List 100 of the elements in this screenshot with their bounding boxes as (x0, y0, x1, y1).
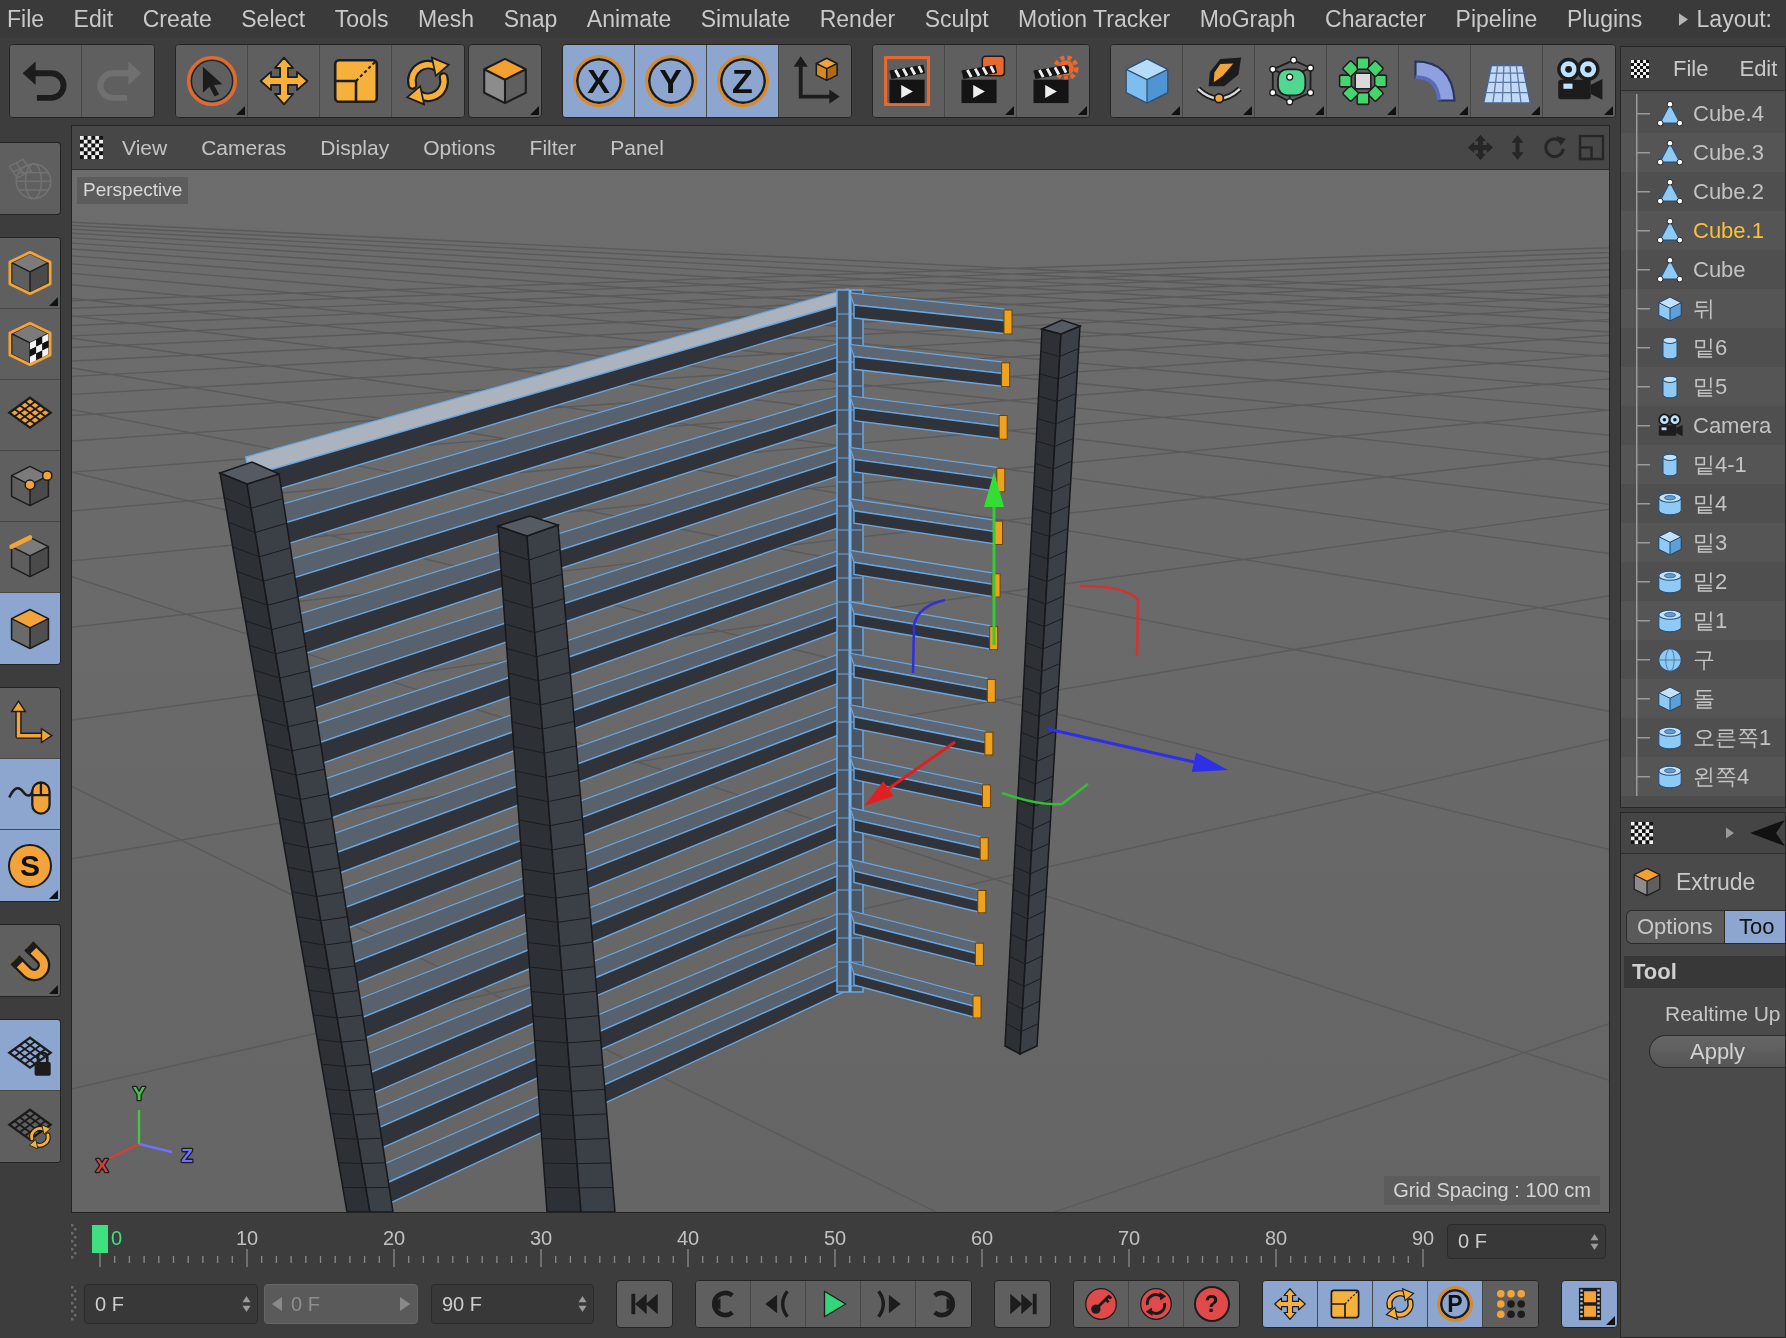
menu-item[interactable]: File (1673, 57, 1709, 80)
menu-item[interactable]: Edit (1739, 57, 1778, 80)
object-name: Cube.2 (1693, 180, 1764, 203)
spinner-arrows-icon[interactable] (1590, 1232, 1599, 1251)
menu-item[interactable]: Character (1325, 7, 1427, 31)
menu-item[interactable]: View (122, 137, 168, 158)
circular-arrows-icon (1383, 1287, 1417, 1321)
menu-item[interactable]: Cameras (201, 137, 287, 158)
end-frame-field[interactable]: 90 F (431, 1284, 594, 1324)
menu-item[interactable]: Motion Tracker (1018, 7, 1171, 31)
object-name: Camera (1693, 414, 1772, 437)
object-row[interactable]: 밑1 (1621, 601, 1785, 640)
axis-lock-button[interactable]: Y (635, 45, 707, 117)
object-name: 구 (1693, 648, 1715, 671)
frame-label: 80 (1264, 1227, 1288, 1249)
menu-item[interactable]: Panel (610, 137, 664, 158)
right-triangle-icon[interactable] (1678, 12, 1688, 26)
menu-item[interactable]: Edit (73, 7, 114, 31)
corner-triangle-icon (49, 985, 58, 994)
frame-label: 90 (1411, 1227, 1434, 1249)
axis-arrow[interactable] (984, 472, 1004, 645)
go-to-end-button[interactable] (994, 1280, 1051, 1328)
render-view-button[interactable] (873, 45, 945, 117)
cursor-icon (185, 55, 238, 107)
object-row[interactable]: Cube.3 (1621, 133, 1785, 172)
checker-grid-icon[interactable] (1631, 822, 1653, 844)
polygons-mode-button[interactable] (0, 593, 60, 664)
object-row[interactable]: 밑5 (1621, 367, 1785, 406)
menu-item[interactable]: Plugins (1566, 7, 1643, 31)
key-scale-button[interactable] (1318, 1281, 1373, 1327)
timeline-button[interactable] (1561, 1280, 1618, 1328)
menu-item[interactable]: Render (819, 7, 896, 31)
apply-button[interactable]: Apply (1649, 1035, 1785, 1068)
axis-lock-button[interactable]: Z (707, 45, 779, 117)
object-row[interactable]: 밑4-1 (1621, 445, 1785, 484)
corner-triangle-icon (236, 106, 245, 115)
object-row[interactable]: Cube.1 (1621, 211, 1785, 250)
menu-item[interactable]: Mesh (417, 7, 475, 31)
tab[interactable]: Too (1725, 911, 1785, 943)
start-frame-field[interactable]: 0 F (84, 1284, 258, 1324)
checker-grid-icon[interactable] (80, 136, 103, 159)
corner-triangle-icon (530, 106, 539, 115)
frame-field[interactable]: 0 F (1447, 1224, 1606, 1259)
record-key-button[interactable] (1074, 1281, 1129, 1327)
tweak-mode-button[interactable] (0, 759, 60, 830)
object-name: 왼쪽4 (1693, 765, 1750, 788)
snap-button[interactable]: S (0, 830, 60, 901)
key-parameter-button[interactable]: P (1428, 1281, 1483, 1327)
menu-item[interactable]: File (7, 7, 45, 31)
menu-item[interactable]: Select (241, 7, 306, 31)
axis-mode-button[interactable] (0, 688, 60, 759)
menu-item[interactable]: Filter (529, 137, 577, 158)
object-name: 밑5 (1693, 375, 1728, 398)
frame-label: 40 (676, 1227, 700, 1249)
spinner-arrows-icon[interactable] (578, 1295, 587, 1313)
magnet-button[interactable] (0, 924, 61, 997)
object-name: 밑6 (1693, 336, 1728, 359)
rotation-arc[interactable] (911, 598, 946, 674)
select-tool-button[interactable] (176, 45, 248, 117)
menu-item[interactable]: Snap (503, 7, 558, 31)
frame-label: 50 (823, 1227, 847, 1249)
rotation-arc[interactable] (1001, 783, 1089, 806)
menu-item[interactable]: Sculpt (924, 7, 989, 31)
cube-icon (1656, 294, 1684, 323)
corner-triangle-icon (1387, 106, 1396, 115)
tab[interactable]: Options (1627, 911, 1725, 943)
model-mode-button[interactable] (0, 238, 60, 309)
menu-item[interactable]: MoGraph (1199, 7, 1296, 31)
cube-icon (1656, 684, 1684, 713)
resize-square-icon (1328, 1287, 1362, 1321)
layout-label[interactable]: Layout: (1696, 7, 1772, 31)
object-name: 밑4 (1693, 492, 1728, 515)
timeline-ruler[interactable]: 0 10 20 30 40 50 60 70 80 90 (84, 1213, 1434, 1270)
menu-item[interactable]: Animate (586, 7, 672, 31)
menu-item[interactable]: Display (320, 137, 390, 158)
menu-item[interactable]: Pipeline (1455, 7, 1538, 31)
menu-item[interactable]: Tools (334, 7, 389, 31)
object-row[interactable]: 왼쪽4 (1621, 757, 1785, 796)
grip-icon[interactable] (70, 1286, 78, 1322)
key-position-button[interactable] (1263, 1281, 1318, 1327)
cube-button[interactable] (1111, 45, 1183, 117)
key-rotation-button[interactable] (1373, 1281, 1428, 1327)
menu-item[interactable]: Options (423, 137, 496, 158)
right-triangle-icon[interactable] (1726, 827, 1734, 839)
previous-key-button[interactable] (696, 1281, 751, 1327)
frame-label: 10 (235, 1227, 259, 1249)
go-to-start-button[interactable] (616, 1280, 673, 1328)
axis-arrow[interactable] (864, 740, 956, 806)
menu-item[interactable]: Simulate (700, 7, 791, 31)
menu-item[interactable]: Create (142, 7, 212, 31)
checker-grid-icon[interactable] (1631, 59, 1649, 78)
extrude-button[interactable] (468, 44, 542, 118)
object-row[interactable]: 밑3 (1621, 523, 1785, 562)
axis-lock-button[interactable]: X (563, 45, 635, 117)
object-row[interactable]: 뒤 (1621, 289, 1785, 328)
spinner-arrows-icon[interactable] (242, 1295, 251, 1313)
grip-icon[interactable] (70, 1223, 78, 1260)
undo-button[interactable] (10, 45, 82, 117)
workplane-lock-button[interactable] (0, 1020, 60, 1091)
object-row[interactable]: 돌 (1621, 679, 1785, 718)
